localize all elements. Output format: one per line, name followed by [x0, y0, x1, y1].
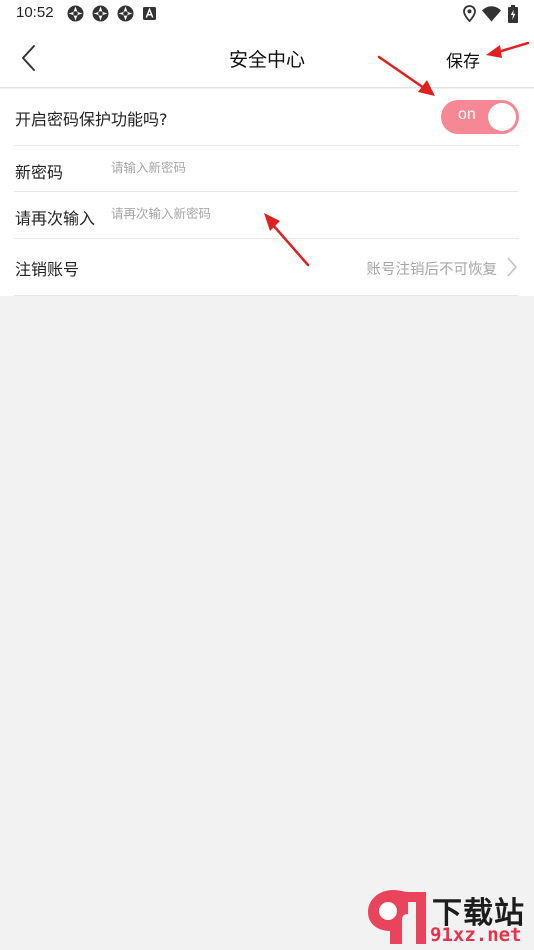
- settings-list: 开启密码保护功能吗? on 新密码 请再次输入 注销账号 账号注销后不可恢复: [0, 89, 534, 296]
- wifi-icon: [482, 6, 501, 22]
- new-password-label: 新密码: [15, 163, 64, 182]
- password-protection-toggle[interactable]: on: [441, 100, 519, 134]
- deregister-hint: 账号注销后不可恢复: [366, 262, 498, 278]
- keyboard-a-icon: [143, 7, 156, 20]
- deregister-account-row[interactable]: 注销账号 账号注销后不可恢复: [14, 239, 519, 296]
- app-header: 安全中心 保存: [0, 28, 534, 88]
- confirm-password-label: 请再次输入: [15, 209, 96, 228]
- toggle-state-text: on: [458, 106, 476, 123]
- location-icon: [463, 5, 476, 22]
- deregister-account-label: 注销账号: [15, 260, 80, 279]
- save-button[interactable]: 保存: [446, 47, 480, 72]
- site-watermark: 下载站 91xz.net: [364, 886, 534, 948]
- status-bar: 10:52: [0, 0, 534, 28]
- watermark-domain-text: 91xz.net: [430, 924, 522, 946]
- confirm-password-input[interactable]: [111, 206, 411, 221]
- password-protection-label: 开启密码保护功能吗?: [15, 110, 168, 129]
- battery-icon: [508, 5, 518, 23]
- toggle-knob: [488, 103, 516, 131]
- notification-icon: [67, 5, 84, 22]
- password-protection-row: 开启密码保护功能吗? on: [14, 89, 519, 146]
- confirm-password-row: 请再次输入: [14, 192, 519, 239]
- chevron-right-icon: [507, 257, 518, 277]
- notification-icon: [92, 5, 109, 22]
- status-time: 10:52: [16, 4, 54, 21]
- notification-icon: [117, 5, 134, 22]
- watermark-logo-icon: [368, 890, 426, 944]
- new-password-row: 新密码: [14, 146, 519, 192]
- new-password-input[interactable]: [111, 160, 411, 175]
